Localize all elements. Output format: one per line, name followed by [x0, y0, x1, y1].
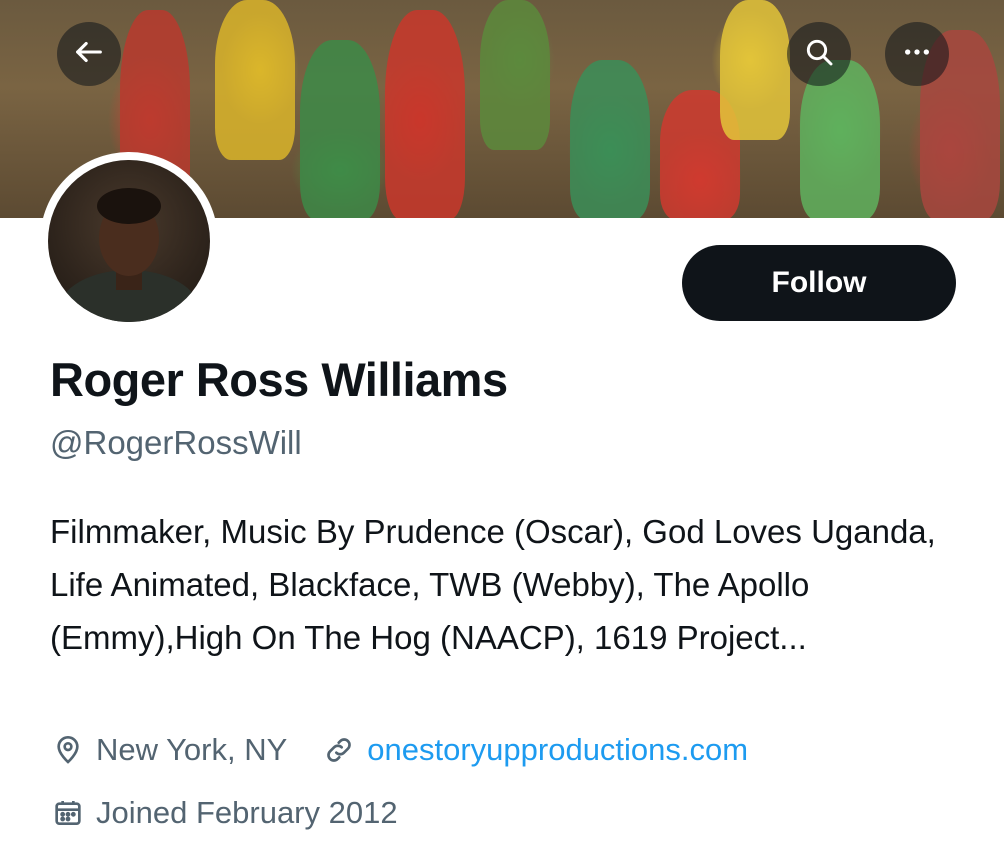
- search-button[interactable]: [787, 22, 851, 86]
- profile-name: Roger Ross Williams: [50, 353, 508, 406]
- profile-joined-date: Joined February 2012: [96, 795, 398, 830]
- arrow-left-icon: [72, 35, 106, 74]
- banner-figure: [480, 0, 550, 150]
- profile-handle: @RogerRossWill: [50, 424, 302, 461]
- banner-figure: [385, 10, 465, 218]
- avatar[interactable]: [40, 152, 218, 330]
- link-icon: [321, 732, 357, 768]
- calendar-icon: [50, 795, 86, 831]
- profile-meta-row: New York, NY onestoryupproductions.com: [50, 732, 748, 768]
- more-options-button[interactable]: [885, 22, 949, 86]
- avatar-image: [48, 160, 210, 322]
- banner-figure: [570, 60, 650, 218]
- profile-bio: Filmmaker, Music By Prudence (Oscar), Go…: [50, 513, 936, 656]
- location-pin-icon: [50, 732, 86, 768]
- banner-figure: [215, 0, 295, 160]
- follow-button[interactable]: Follow: [682, 245, 956, 321]
- profile-location: New York, NY: [96, 732, 288, 767]
- more-horizontal-icon: [901, 36, 933, 73]
- search-icon: [803, 36, 835, 73]
- back-button[interactable]: [57, 22, 121, 86]
- profile-joined-row: Joined February 2012: [50, 795, 398, 831]
- banner-figure: [720, 0, 790, 140]
- banner-figure: [300, 40, 380, 218]
- profile-website-link[interactable]: onestoryupproductions.com: [367, 732, 748, 768]
